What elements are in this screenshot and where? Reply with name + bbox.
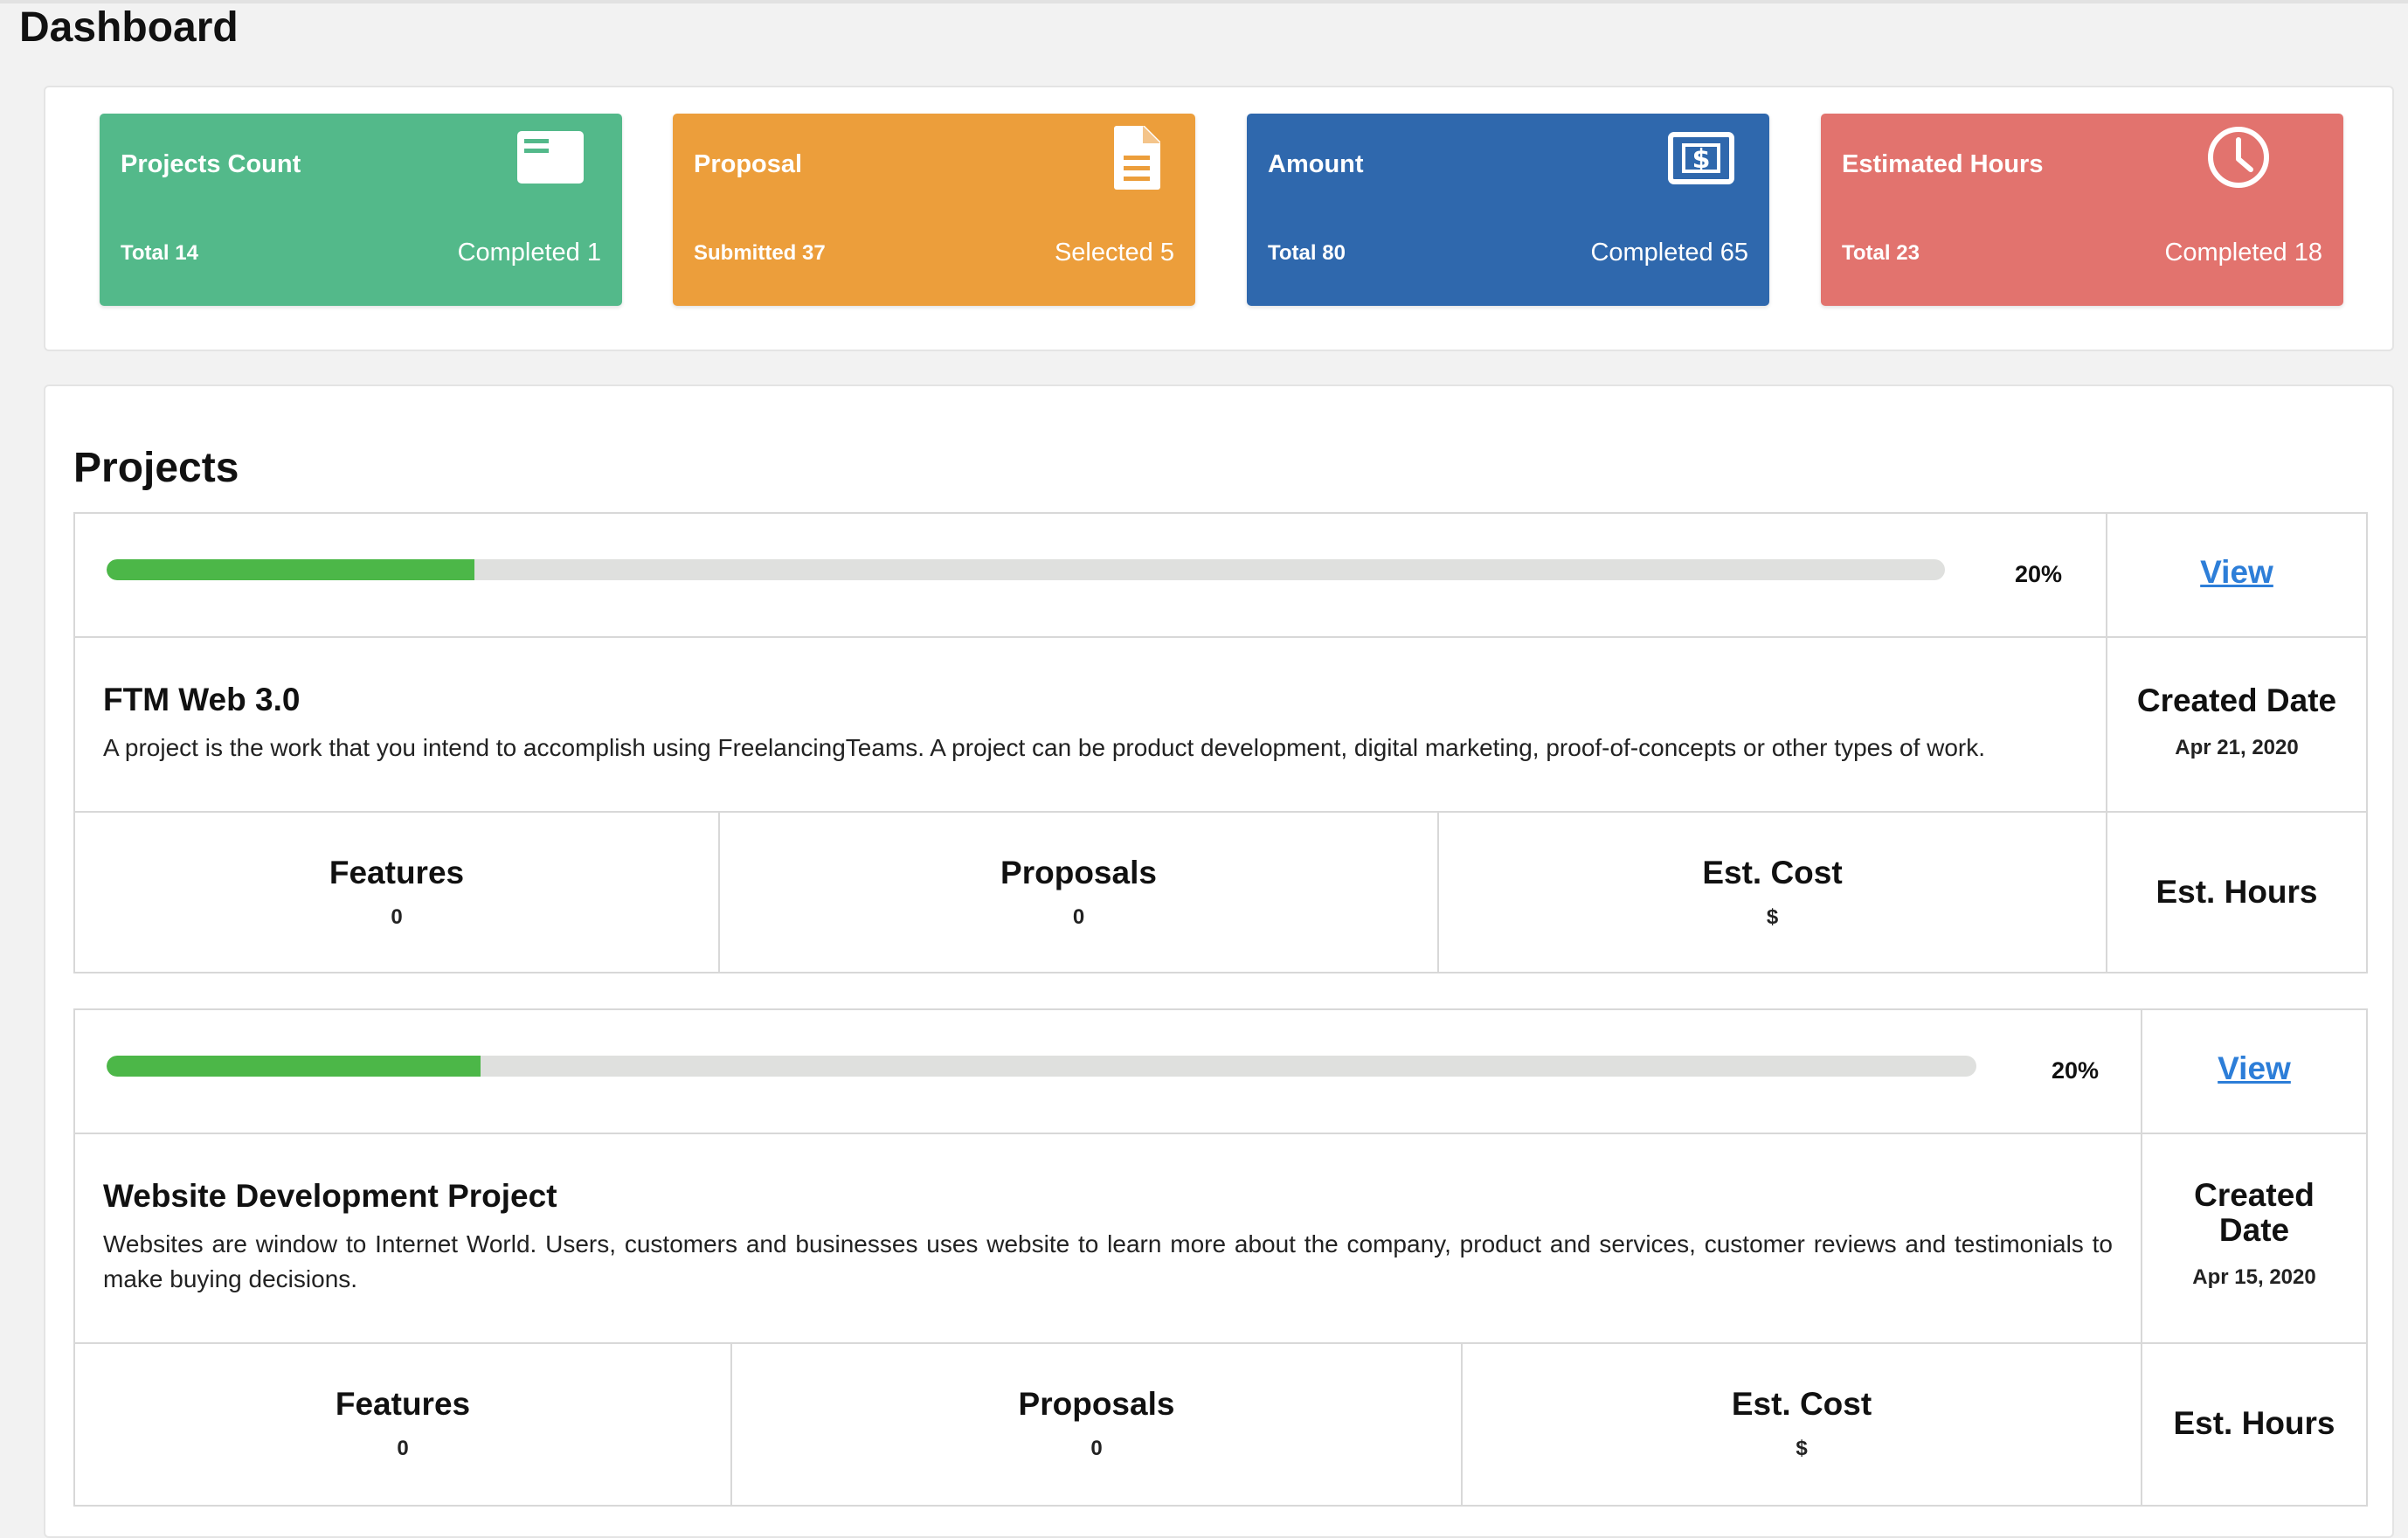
- stat-total: Total 14: [121, 241, 198, 265]
- stat-completed: Completed 1: [457, 239, 601, 267]
- features-value: 0: [397, 1437, 409, 1460]
- project-name: FTM Web 3.0: [103, 682, 301, 717]
- stat-title: Proposal: [694, 150, 803, 178]
- top-border: [0, 0, 2408, 3]
- est-cost-value: $: [1796, 1437, 1808, 1460]
- project-metrics-row: Features 0 Proposals 0 Est. Cost $ Est. …: [75, 1344, 2366, 1505]
- stat-title: Projects Count: [121, 150, 301, 178]
- project-description: A project is the work that you intend to…: [103, 734, 1986, 761]
- est-cost-value: $: [1766, 905, 1779, 929]
- project-description: Websites are window to Internet World. U…: [103, 1230, 2113, 1292]
- svg-text:$: $: [1692, 144, 1711, 175]
- features-value: 0: [391, 905, 403, 929]
- project-card: 20% View FTM Web 3.0 A project is the wo…: [73, 512, 2368, 973]
- project-progress-row: 20% View: [75, 1010, 2366, 1134]
- card-icon: [517, 124, 584, 191]
- stat-selected: Selected 5: [1054, 239, 1174, 267]
- stat-card-proposal[interactable]: Proposal Submitted 37 Selected 5: [673, 114, 1195, 306]
- project-info-row: FTM Web 3.0 A project is the work that y…: [75, 638, 2366, 813]
- stat-card-projects-count[interactable]: Projects Count Total 14 Completed 1: [100, 114, 622, 306]
- proposals-value: 0: [1072, 905, 1085, 929]
- est-cost-label: Est. Cost: [1702, 855, 1843, 890]
- created-date-label-line1: Created: [2194, 1177, 2315, 1213]
- progress-fill: [107, 559, 474, 580]
- stat-title: Amount: [1268, 150, 1364, 178]
- created-date-label: Created Date: [2136, 682, 2337, 718]
- created-date-value: Apr 21, 2020: [2175, 736, 2299, 759]
- project-info-row: Website Development Project Websites are…: [75, 1134, 2366, 1344]
- view-project-link[interactable]: View: [2142, 1050, 2366, 1087]
- stat-completed: Completed 18: [2164, 239, 2322, 267]
- features-label: Features: [335, 1386, 471, 1422]
- stat-card-amount[interactable]: Amount $ Total 80 Completed 65: [1247, 114, 1769, 306]
- view-project-link[interactable]: View: [2107, 554, 2366, 591]
- progress-bar: [107, 559, 1945, 580]
- proposals-label: Proposals: [1000, 855, 1157, 890]
- project-name: Website Development Project: [103, 1178, 557, 1214]
- stat-submitted: Submitted 37: [694, 241, 826, 265]
- progress-fill: [107, 1056, 481, 1077]
- project-progress-row: 20% View: [75, 514, 2366, 638]
- progress-percent: 20%: [2015, 561, 2063, 587]
- stat-title: Estimated Hours: [1842, 150, 2044, 178]
- proposals-label: Proposals: [1018, 1386, 1175, 1422]
- stat-total: Total 80: [1268, 241, 1346, 265]
- progress-bar: [107, 1056, 1976, 1077]
- clock-icon: [2205, 124, 2272, 191]
- projects-heading: Projects: [73, 445, 239, 491]
- est-hours-label: Est. Hours: [2155, 874, 2318, 910]
- created-date-value: Apr 15, 2020: [2192, 1265, 2316, 1289]
- stat-completed: Completed 65: [1590, 239, 1748, 267]
- page-title: Dashboard: [19, 4, 239, 51]
- est-cost-label: Est. Cost: [1731, 1386, 1872, 1422]
- document-icon: [1104, 124, 1171, 191]
- dollar-bill-icon: $: [1668, 124, 1734, 191]
- est-hours-label: Est. Hours: [2173, 1405, 2335, 1441]
- features-label: Features: [329, 855, 465, 890]
- project-metrics-row: Features 0 Proposals 0 Est. Cost $ Est. …: [75, 813, 2366, 973]
- created-date-label-line2: Date: [2218, 1212, 2290, 1248]
- progress-percent: 20%: [2052, 1057, 2100, 1084]
- stat-card-estimated-hours[interactable]: Estimated Hours Total 23 Completed 18: [1821, 114, 2343, 306]
- proposals-value: 0: [1090, 1437, 1103, 1460]
- stat-total: Total 23: [1842, 241, 1920, 265]
- project-card: 20% View Website Development Project Web…: [73, 1008, 2368, 1507]
